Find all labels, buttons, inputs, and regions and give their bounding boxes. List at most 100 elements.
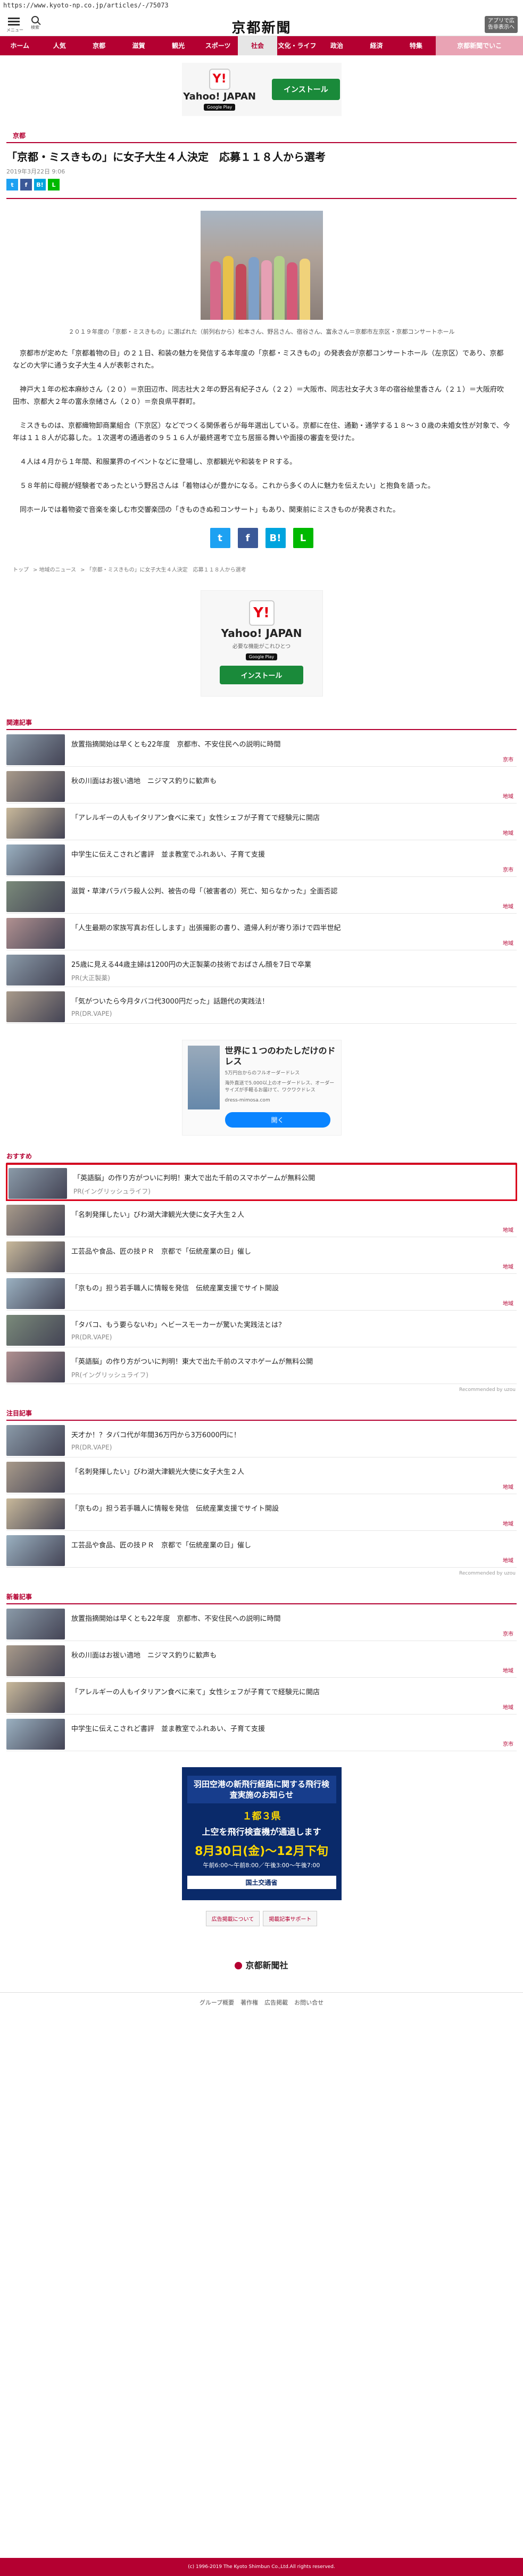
- article-photo[interactable]: [200, 211, 323, 320]
- item-thumbnail: [6, 955, 65, 985]
- nav-tourism[interactable]: 観光: [159, 36, 198, 55]
- article-category[interactable]: 京都: [6, 123, 517, 143]
- item-thumbnail: [6, 1425, 65, 1456]
- top-app-ad[interactable]: Y! Yahoo! JAPAN Google Play インストール: [181, 63, 342, 116]
- list-item[interactable]: 放置指摘開始は早くとも22年度 京都市、不安住民への説明に時間 京市: [6, 730, 517, 767]
- popular-credit[interactable]: Recommended by uzou: [0, 1568, 523, 1579]
- list-item[interactable]: 「気がついたら今月タバコ代3000円だった」話題代の実践法！ PR(DR.VAPE…: [6, 987, 517, 1024]
- hatena-share-icon[interactable]: B!: [34, 179, 46, 190]
- adfree-button[interactable]: アプリで広告非表示へ: [485, 16, 518, 33]
- ad-brand: Yahoo! JAPAN: [221, 627, 302, 640]
- breadcrumb-item[interactable]: 地域のニュース: [39, 567, 77, 573]
- footer-link[interactable]: お問い合せ: [294, 1998, 323, 2007]
- footer-link[interactable]: グループ概要: [200, 1998, 234, 2007]
- nav-features[interactable]: 特集: [396, 36, 436, 55]
- item-thumbnail: [6, 991, 65, 1022]
- breadcrumb-item[interactable]: トップ: [13, 567, 29, 573]
- ad-message: 上空を飛行検査機が通過します: [202, 1827, 321, 1837]
- nav-kyoto[interactable]: 京都: [79, 36, 119, 55]
- list-item[interactable]: 秋の川面はお祓い適地 ニジマス釣りに歓声も 地域: [6, 767, 517, 804]
- item-thumbnail: [6, 808, 65, 839]
- photo-caption: ２０１９年度の「京都・ミスきもの」に選ばれた（前列右から）松本さん、野呂さん、宿…: [68, 328, 455, 335]
- nav-ikoi[interactable]: 京都新聞でいこ: [436, 36, 523, 55]
- install-button[interactable]: インストール: [271, 79, 340, 100]
- copyright: (c) 1996-2019 The Kyoto Shimbun Co.,Ltd.…: [0, 2558, 523, 2576]
- item-tag: 地域: [503, 1264, 513, 1270]
- list-item[interactable]: 秋の川面はお祓い適地 ニジマス釣りに歓声も 地域: [6, 1641, 517, 1678]
- pr-label: PR(大正製薬): [71, 974, 110, 982]
- line-share-icon[interactable]: L: [48, 179, 60, 190]
- facebook-share-icon[interactable]: f: [237, 528, 258, 548]
- nav-politics[interactable]: 政治: [317, 36, 356, 55]
- facebook-share-icon[interactable]: f: [20, 179, 32, 190]
- google-play-badge: Google Play: [245, 653, 278, 660]
- ad-sponsor: 国土交通省: [187, 1876, 336, 1889]
- breadcrumb: トップ > 地域のニュース > 「京都・ミスきもの」に女子大生４人決定 応募１１８人…: [13, 567, 246, 573]
- install-button[interactable]: インストール: [219, 666, 304, 684]
- item-thumbnail: [6, 1682, 65, 1713]
- item-tag: 京市: [503, 757, 513, 763]
- list-item[interactable]: 「タバコ、もう要らないわ」ヘビースモーカーが驚いた実践法とは？ PR(DR.VAP…: [6, 1311, 517, 1347]
- item-tag: 京市: [503, 1742, 513, 1747]
- list-item[interactable]: 滋賀・草津パラパラ殺人公判、被告の母「（被害者の）死亡、知らなかった」全面否認地…: [6, 877, 517, 914]
- nav-shiga[interactable]: 滋賀: [119, 36, 158, 55]
- ad-open-button[interactable]: 開く: [225, 1112, 330, 1128]
- url-bar[interactable]: https://www.kyoto-np.co.jp/articles/-/75…: [0, 0, 523, 11]
- list-item[interactable]: 中学生に伝えこされど書評 並ま教室でふれあい、子育て支援 京市: [6, 840, 517, 877]
- list-item[interactable]: 25歳に見える44歳主婦は1200円の大正製薬の技術でおばさん顔を7日で卒業 PR…: [6, 950, 517, 987]
- list-item[interactable]: 「英語脳」の作り方がついに判明！東大で出た千前のスマホゲームが無料公開 PR(イン…: [6, 1347, 517, 1384]
- list-item[interactable]: 工芸品や食品、匠の技ＰＲ 京都で「伝統産業の日」催し 地域: [6, 1237, 517, 1274]
- list-item[interactable]: 中学生に伝えこされど書評 並ま教室でふれあい、子育て支援 京市: [6, 1714, 517, 1751]
- item-title: 「アレルギーの人もイタリアン食べに来て」女性シェフが子育てで経験元に開店: [71, 814, 320, 822]
- recommend-credit[interactable]: Recommended by uzou: [0, 1384, 523, 1396]
- government-ad[interactable]: 羽田空港の新飛行経路に関する飛行検査実施のお知らせ １都３県 上空を飛行検査機が…: [181, 1767, 342, 1900]
- display-ad[interactable]: 世界に１つのわたしだけのドレス 5万円台からのフルオーダードレス 海外直送で5.…: [181, 1040, 342, 1136]
- item-title: 「タバコ、もう要らないわ」ヘビースモーカーが驚いた実践法とは？: [71, 1321, 285, 1329]
- list-item[interactable]: 天才か！？タバコ代が年間36万円から3万6000円に！ PR(DR.VAPE): [6, 1421, 517, 1457]
- list-item[interactable]: 「人生最期の家族写真お任しします」出張撮影の書り、遺帰人利が寄り添けで四半世紀地…: [6, 914, 517, 950]
- item-thumbnail: [6, 1645, 65, 1676]
- site-logo[interactable]: 京都新聞: [0, 17, 523, 37]
- mid-app-ad[interactable]: Y! Yahoo! JAPAN 必要な機能がこれひとつ Google Play …: [200, 590, 323, 697]
- list-item[interactable]: 「京もの」担う若手職人に情報を発信 伝統産業支援でサイト開設 地域: [6, 1274, 517, 1311]
- nav-popular[interactable]: 人気: [39, 36, 79, 55]
- item-thumbnail: [6, 771, 65, 802]
- share-bar-top: t f B! L: [0, 179, 523, 198]
- nav-society[interactable]: 社会: [237, 36, 278, 55]
- article-paragraph: 神戸大１年の松本麻紗さん（２０）＝京田辺市、同志社大２年の野呂有紀子さん（２２）…: [13, 386, 504, 406]
- ad-subtext: 必要な機能がこれひとつ: [232, 644, 291, 650]
- list-item[interactable]: 「英語脳」の作り方がついに判明！東大で出た千前のスマホゲームが無料公開 PR(イン…: [6, 1163, 517, 1201]
- item-title: 天才か！？タバコ代が年間36万円から3万6000円に！: [71, 1431, 240, 1439]
- divider: [6, 198, 517, 199]
- item-thumbnail: [6, 1205, 65, 1236]
- hatena-share-icon[interactable]: B!: [265, 528, 286, 548]
- twitter-share-icon[interactable]: t: [6, 179, 18, 190]
- twitter-share-icon[interactable]: t: [210, 528, 230, 548]
- list-item[interactable]: 工芸品や食品、匠の技ＰＲ 京都で「伝統産業の日」催し 地域: [6, 1531, 517, 1568]
- list-item[interactable]: 「名刺発揮したい」びわ湖大津観光大使に女子大生２人 地域: [6, 1200, 517, 1237]
- footer-link[interactable]: 著作権: [240, 1998, 258, 2007]
- footer-link[interactable]: 広告掲載: [264, 1998, 288, 2007]
- article-paragraph: ４人は４月から１年間、和服業界のイベントなどに登場し、京都観光や和装をＰＲする。: [20, 458, 297, 466]
- item-tag: 地域: [503, 941, 513, 947]
- list-item[interactable]: 「京もの」担う若手職人に情報を発信 伝統産業支援でサイト開設 地域: [6, 1494, 517, 1531]
- nav-economy[interactable]: 経済: [356, 36, 396, 55]
- line-share-icon[interactable]: L: [293, 528, 313, 548]
- nav-home[interactable]: ホーム: [0, 36, 39, 55]
- ad-info-link[interactable]: 広告掲載について: [205, 1911, 260, 1926]
- list-item[interactable]: 「アレルギーの人もイタリアン食べに来て」女性シェフが子育てで経験元に開店 地域: [6, 804, 517, 840]
- recommend-heading: おすすめ: [6, 1152, 517, 1164]
- ad-title: 世界に１つのわたしだけのドレス: [225, 1046, 336, 1066]
- footer-logo[interactable]: 京都新聞社: [0, 1958, 523, 1971]
- list-item[interactable]: 放置指摘開始は早くとも22年度 京都市、不安住民への説明に時間 京市: [6, 1604, 517, 1641]
- yahoo-app-icon: Y!: [248, 600, 275, 626]
- item-thumbnail: [9, 1168, 67, 1199]
- item-tag: 地域: [503, 1705, 513, 1711]
- pr-label: PR(DR.VAPE): [71, 1010, 112, 1017]
- list-item[interactable]: 「名刺発揮したい」びわ湖大津観光大使に女子大生２人 地域: [6, 1457, 517, 1494]
- article-paragraph: ５８年前に母親が経験者であったという野呂さんは「着物は心が豊かになる。これから多…: [20, 482, 435, 490]
- ad-support-link[interactable]: 掲載記事サポート: [263, 1911, 318, 1926]
- list-item[interactable]: 「アレルギーの人もイタリアン食べに来て」女性シェフが子育てで経験元に開店 地域: [6, 1678, 517, 1714]
- nav-culture[interactable]: 文化・ライフ: [277, 36, 317, 55]
- nav-sports[interactable]: スポーツ: [198, 36, 237, 55]
